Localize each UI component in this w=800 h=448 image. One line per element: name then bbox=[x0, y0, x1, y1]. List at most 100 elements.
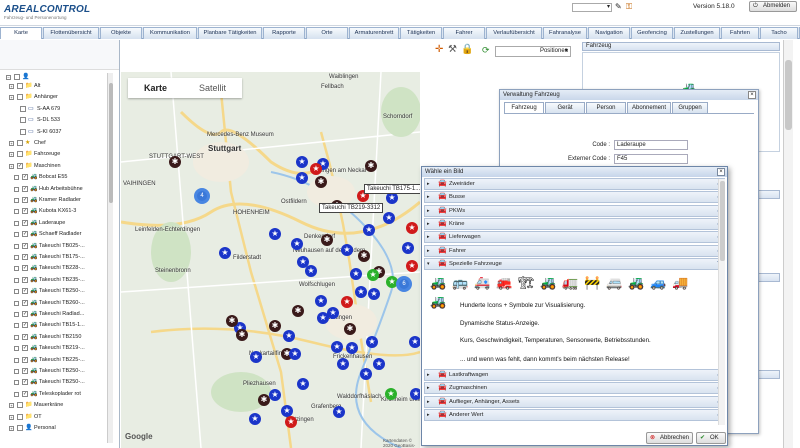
expand-toggle[interactable]: + bbox=[9, 84, 14, 89]
tab-6[interactable]: Orte bbox=[306, 27, 348, 39]
tab-2[interactable]: Objekte bbox=[100, 27, 142, 39]
tree-scroll-thumb[interactable] bbox=[109, 83, 113, 203]
logout-button[interactable]: ⏻ Abmelden bbox=[749, 1, 797, 12]
vehicle-marker[interactable]: ★ bbox=[406, 260, 418, 272]
code-input[interactable]: Laderaupe bbox=[614, 140, 688, 150]
tree-checkbox[interactable]: ✓ bbox=[22, 345, 28, 352]
key-icon[interactable]: ⚿ bbox=[626, 2, 632, 12]
tab-10[interactable]: Verlaufübersicht bbox=[486, 27, 542, 39]
positions-select[interactable]: Positionen ▾ bbox=[495, 46, 571, 57]
dialog-scrollbar[interactable] bbox=[718, 179, 725, 425]
expand-toggle[interactable] bbox=[14, 346, 19, 352]
expand-toggle[interactable] bbox=[14, 312, 19, 317]
vehicle-marker[interactable]: ★ bbox=[341, 244, 353, 256]
tree-checkbox[interactable] bbox=[17, 425, 23, 431]
tab-12[interactable]: Navigation bbox=[588, 27, 630, 39]
vehicle-marker[interactable]: ★ bbox=[331, 341, 343, 353]
vehicle-image-option[interactable]: 🚒 bbox=[496, 276, 512, 290]
vehicle-image-option[interactable]: 🚌 bbox=[452, 276, 468, 290]
expand-toggle[interactable]: + bbox=[9, 163, 14, 169]
tab-13[interactable]: Geofencing bbox=[631, 27, 673, 39]
vehicle-marker[interactable]: ★ bbox=[383, 212, 395, 224]
expand-toggle[interactable] bbox=[14, 323, 19, 329]
tab-3[interactable]: Kommunikation bbox=[143, 27, 197, 39]
vehicle-marker[interactable]: ★ bbox=[355, 286, 367, 298]
vehicle-image-option[interactable]: 🚐 bbox=[606, 276, 622, 290]
tab-1[interactable]: Flottenübersicht bbox=[43, 27, 99, 39]
expand-toggle[interactable] bbox=[14, 334, 19, 340]
map-type-satellite[interactable]: Satellit bbox=[183, 78, 242, 98]
tab-0[interactable]: Karte bbox=[0, 27, 42, 39]
vehicle-marker[interactable]: ★ bbox=[368, 288, 380, 300]
vehicle-image-option[interactable]: 🏗 bbox=[518, 276, 535, 290]
close-icon[interactable]: × bbox=[717, 168, 725, 176]
vehicle-image-option[interactable]: 🚧 bbox=[584, 276, 600, 290]
tree-checkbox[interactable]: ✓ bbox=[22, 185, 28, 192]
ok-button[interactable]: ✔ OK bbox=[696, 432, 726, 444]
vehicle-tab-3[interactable]: Abonnement bbox=[627, 102, 671, 113]
vehicle-image-option[interactable]: 🚜 bbox=[430, 295, 446, 309]
tree-checkbox[interactable]: ✓ bbox=[17, 162, 23, 169]
right-scroll-thumb[interactable] bbox=[785, 60, 792, 130]
vehicle-marker[interactable]: ★ bbox=[337, 358, 349, 370]
tree-checkbox[interactable]: ✓ bbox=[22, 299, 28, 306]
vehicle-marker[interactable]: ★ bbox=[269, 389, 281, 401]
tree-checkbox[interactable]: ✓ bbox=[22, 356, 28, 363]
cancel-button[interactable]: ⊗ Abbrechen bbox=[646, 432, 693, 444]
category-top-1[interactable]: ▸🚘Busse⌄ bbox=[424, 191, 725, 204]
category-top-2[interactable]: ▸🚘PKWs⌄ bbox=[424, 204, 725, 217]
vehicle-marker[interactable]: ★ bbox=[296, 156, 308, 168]
vehicle-marker[interactable]: ✱ bbox=[226, 315, 238, 327]
vehicle-tab-4[interactable]: Gruppen bbox=[672, 102, 708, 113]
tree-checkbox[interactable] bbox=[17, 151, 23, 158]
vehicle-marker[interactable]: ★ bbox=[297, 378, 309, 390]
tree-scrollbar[interactable] bbox=[107, 73, 113, 443]
vehicle-marker[interactable]: ★ bbox=[310, 163, 322, 175]
tab-7[interactable]: Armaturenbrett bbox=[349, 27, 399, 39]
vehicle-marker[interactable]: ★ bbox=[410, 388, 420, 400]
expand-toggle[interactable] bbox=[14, 220, 19, 226]
expand-toggle[interactable]: + bbox=[9, 95, 14, 101]
tree-checkbox[interactable] bbox=[17, 140, 23, 146]
tree-checkbox[interactable]: ✓ bbox=[22, 322, 28, 329]
lock-icon[interactable]: 🔒 bbox=[461, 44, 473, 55]
expand-toggle[interactable] bbox=[14, 300, 19, 306]
category-top-5[interactable]: ▸🚘Fahrer⌄ bbox=[424, 244, 725, 257]
vehicle-marker[interactable]: ★ bbox=[363, 224, 375, 236]
vehicle-image-option[interactable]: 🚑 bbox=[474, 276, 490, 290]
pencil-icon[interactable]: ✎ bbox=[615, 2, 622, 11]
expand-toggle[interactable] bbox=[14, 391, 19, 397]
vehicle-image-option[interactable]: 🚜 bbox=[540, 276, 556, 290]
tree-checkbox[interactable]: ✓ bbox=[22, 333, 28, 340]
vehicle-marker[interactable]: ★ bbox=[385, 388, 397, 400]
tree-checkbox[interactable] bbox=[17, 402, 23, 409]
vehicle-marker[interactable]: ★ bbox=[291, 238, 303, 250]
vehicle-marker[interactable]: ★ bbox=[333, 406, 345, 418]
tree-checkbox[interactable]: ✓ bbox=[22, 276, 28, 283]
tree-checkbox[interactable] bbox=[17, 83, 23, 89]
vehicle-marker[interactable]: ✱ bbox=[315, 176, 327, 188]
tab-9[interactable]: Fahrer bbox=[443, 27, 485, 39]
category-bottom-2[interactable]: ▸🚘Auflieger, Anhänger, Assets⌄ bbox=[424, 395, 725, 408]
expand-toggle[interactable] bbox=[14, 380, 19, 386]
vehicle-marker[interactable]: ★ bbox=[249, 413, 261, 425]
vehicle-image-option[interactable]: 🚛 bbox=[562, 276, 578, 290]
vehicle-image-option[interactable]: 🚜 bbox=[628, 276, 644, 290]
expand-toggle[interactable]: + bbox=[9, 414, 14, 420]
vehicle-marker[interactable]: ✱ bbox=[321, 234, 333, 246]
expand-toggle[interactable] bbox=[14, 277, 19, 283]
vehicle-marker[interactable]: ★ bbox=[285, 416, 297, 428]
vehicle-marker[interactable]: ✱ bbox=[358, 250, 370, 262]
tools-icon[interactable]: ⚒ bbox=[448, 44, 457, 55]
vehicle-marker[interactable]: ★ bbox=[367, 269, 379, 281]
expand-toggle[interactable] bbox=[14, 186, 19, 192]
expand-toggle[interactable]: + bbox=[9, 403, 14, 409]
vehicle-tab-1[interactable]: Gerät bbox=[545, 102, 585, 113]
category-bottom-3[interactable]: ▸🚘Anderer Wert⌄ bbox=[424, 408, 725, 421]
refresh-icon[interactable]: ⟳ bbox=[482, 45, 490, 56]
vehicle-image-option[interactable]: 🚚 bbox=[672, 276, 688, 290]
vehicle-marker[interactable]: ★ bbox=[296, 172, 308, 184]
tree-checkbox[interactable]: ✓ bbox=[22, 174, 28, 181]
expand-toggle[interactable] bbox=[14, 357, 19, 363]
vehicle-marker[interactable]: ★ bbox=[373, 358, 385, 370]
